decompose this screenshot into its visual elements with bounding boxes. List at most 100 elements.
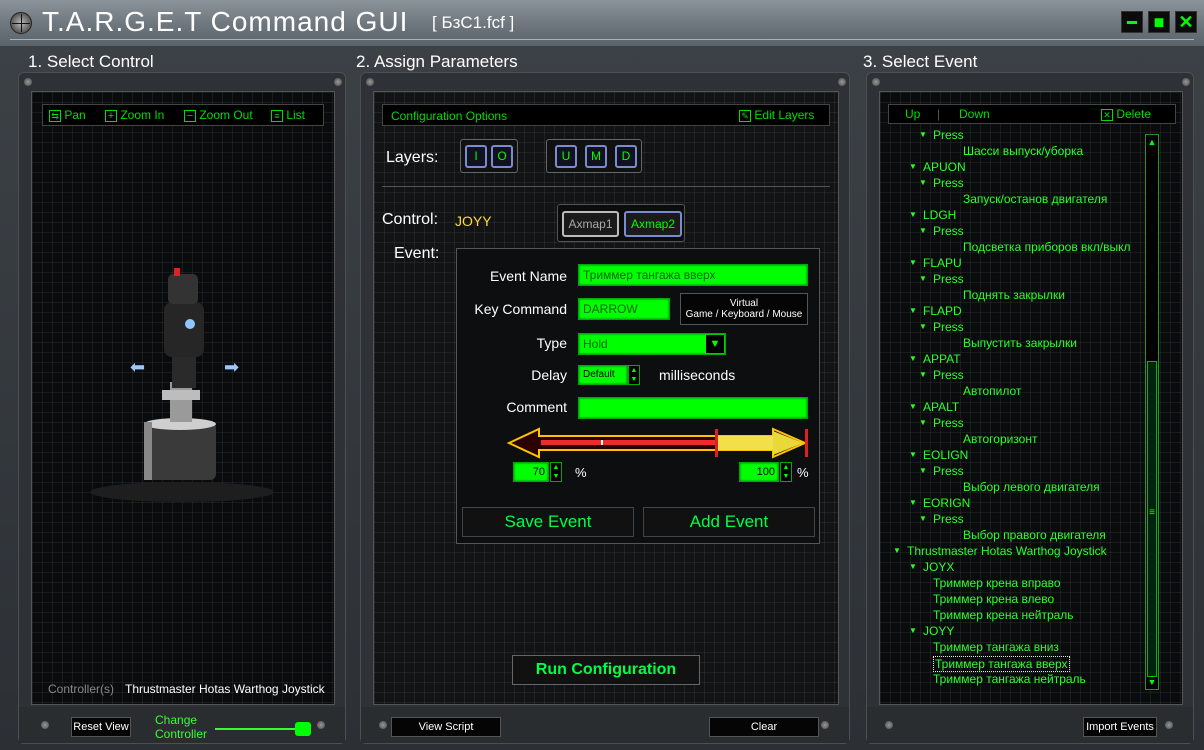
tree-expand-icon[interactable]: ▼ bbox=[909, 162, 917, 171]
tree-item[interactable]: Триммер тангажа вниз bbox=[933, 640, 1059, 654]
tree-expand-icon[interactable]: ▼ bbox=[909, 402, 917, 411]
tree-item[interactable]: Press bbox=[933, 128, 964, 142]
tree-expand-icon[interactable]: ▼ bbox=[919, 130, 927, 139]
tree-item[interactable]: Триммер тангажа вверх bbox=[933, 656, 1070, 672]
maximize-button[interactable]: ■ bbox=[1148, 11, 1170, 33]
tree-item[interactable]: Подсветка приборов вкл/выкл bbox=[963, 240, 1131, 254]
tree-expand-icon[interactable]: ▼ bbox=[909, 210, 917, 219]
tree-item[interactable]: LDGH bbox=[923, 208, 956, 222]
tree-expand-icon[interactable]: ▼ bbox=[909, 450, 917, 459]
tree-item[interactable]: Press bbox=[933, 512, 964, 526]
tree-item[interactable]: APUON bbox=[923, 160, 966, 174]
run-configuration-button[interactable]: Run Configuration bbox=[512, 655, 700, 685]
tree-item[interactable]: Автопилот bbox=[963, 384, 1021, 398]
tree-item[interactable]: JOYY bbox=[923, 624, 954, 638]
delay-stepper[interactable]: ▲ ▼ bbox=[628, 365, 640, 385]
rotate-left-icon[interactable]: ⬅ bbox=[130, 357, 145, 378]
range-low-input[interactable]: 70 bbox=[513, 462, 549, 482]
tree-item[interactable]: Выбор левого двигателя bbox=[963, 480, 1100, 494]
tree-expand-icon[interactable]: ▼ bbox=[909, 258, 917, 267]
move-up-button[interactable]: Up bbox=[905, 105, 920, 123]
layer-i-button[interactable]: I bbox=[465, 145, 487, 168]
reset-view-button[interactable]: Reset View bbox=[71, 717, 131, 737]
list-button[interactable]: ≡ List bbox=[271, 105, 305, 125]
tree-item[interactable]: JOYX bbox=[923, 560, 954, 574]
tree-item[interactable]: Триммер крена нейтраль bbox=[933, 608, 1074, 622]
delete-button[interactable]: ✕ Delete bbox=[1101, 105, 1151, 123]
scroll-up-icon[interactable]: ▲ bbox=[1146, 135, 1158, 149]
rotate-right-icon[interactable]: ➡ bbox=[224, 357, 239, 378]
tree-item[interactable]: Thrustmaster Hotas Warthog Joystick bbox=[907, 544, 1107, 558]
tree-expand-icon[interactable]: ▼ bbox=[909, 306, 917, 315]
tree-item[interactable]: APALT bbox=[923, 400, 959, 414]
joystick-image[interactable] bbox=[82, 262, 282, 522]
tree-expand-icon[interactable]: ▼ bbox=[909, 498, 917, 507]
tree-expand-icon[interactable]: ▼ bbox=[909, 562, 917, 571]
scroll-down-icon[interactable]: ▼ bbox=[1146, 675, 1158, 689]
tree-expand-icon[interactable]: ▼ bbox=[909, 626, 917, 635]
tree-item[interactable]: Автогоризонт bbox=[963, 432, 1037, 446]
scroll-thumb[interactable]: ≡ bbox=[1147, 361, 1157, 677]
tree-item[interactable]: Press bbox=[933, 464, 964, 478]
tree-expand-icon[interactable]: ▼ bbox=[919, 370, 927, 379]
tree-item[interactable]: EORIGN bbox=[923, 496, 970, 510]
chevron-down-icon[interactable]: ▼ bbox=[706, 335, 724, 353]
tree-expand-icon[interactable]: ▼ bbox=[919, 514, 927, 523]
event-tree[interactable]: ▼ Press Шасси выпуск/уборка ▼ APUON ▼ Press Зап… bbox=[885, 128, 1135, 688]
tree-item[interactable]: Триммер крена вправо bbox=[933, 576, 1061, 590]
delay-input[interactable]: Default bbox=[578, 365, 628, 385]
range-high-input[interactable]: 100 bbox=[739, 462, 779, 482]
tree-item[interactable]: Press bbox=[933, 368, 964, 382]
zoom-in-button[interactable]: + Zoom In bbox=[105, 105, 164, 125]
slider-thumb[interactable] bbox=[295, 722, 311, 736]
tree-item[interactable]: Триммер крена влево bbox=[933, 592, 1054, 606]
range-low-stepper[interactable]: ▲ ▼ bbox=[550, 462, 562, 482]
tree-item[interactable]: Шасси выпуск/уборка bbox=[963, 144, 1083, 158]
pan-button[interactable]: ⇆ Pan bbox=[49, 105, 86, 125]
save-event-button[interactable]: Save Event bbox=[462, 507, 634, 537]
tree-item[interactable]: Поднять закрылки bbox=[963, 288, 1065, 302]
tree-item[interactable]: FLAPD bbox=[923, 304, 962, 318]
change-controller-slider[interactable] bbox=[215, 722, 311, 736]
import-events-button[interactable]: Import Events bbox=[1083, 717, 1157, 737]
range-high-stepper[interactable]: ▲ ▼ bbox=[780, 462, 792, 482]
tree-item[interactable]: EOLIGN bbox=[923, 448, 968, 462]
tree-expand-icon[interactable]: ▼ bbox=[909, 354, 917, 363]
layer-m-button[interactable]: M bbox=[585, 145, 607, 168]
virtual-keyboard-button[interactable]: Virtual Game / Keyboard / Mouse bbox=[680, 293, 808, 325]
tree-expand-icon[interactable]: ▼ bbox=[919, 226, 927, 235]
minimize-button[interactable]: ▬ bbox=[1121, 11, 1143, 33]
tree-item[interactable]: Press bbox=[933, 416, 964, 430]
tree-item[interactable]: Выпустить закрылки bbox=[963, 336, 1077, 350]
tree-item[interactable]: Press bbox=[933, 272, 964, 286]
tree-expand-icon[interactable]: ▼ bbox=[919, 322, 927, 331]
axis-range-slider[interactable] bbox=[505, 425, 815, 461]
key-command-input[interactable]: DARROW bbox=[578, 298, 670, 320]
close-button[interactable]: ✕ bbox=[1175, 11, 1197, 33]
tree-expand-icon[interactable]: ▼ bbox=[893, 546, 901, 555]
layer-d-button[interactable]: D bbox=[615, 145, 637, 168]
tree-item[interactable]: Запуск/останов двигателя bbox=[963, 192, 1107, 206]
event-name-input[interactable]: Триммер тангажа вверх bbox=[578, 264, 808, 286]
tree-item[interactable]: FLAPU bbox=[923, 256, 962, 270]
tree-expand-icon[interactable]: ▼ bbox=[919, 466, 927, 475]
comment-input[interactable] bbox=[578, 397, 808, 419]
tree-item[interactable]: Press bbox=[933, 176, 964, 190]
tree-item[interactable]: APPAT bbox=[923, 352, 961, 366]
tree-item[interactable]: Press bbox=[933, 224, 964, 238]
view-script-button[interactable]: View Script bbox=[391, 717, 501, 737]
zoom-out-button[interactable]: − Zoom Out bbox=[184, 105, 253, 125]
layer-o-button[interactable]: O bbox=[491, 145, 513, 168]
type-select[interactable]: Hold ▼ bbox=[578, 333, 726, 355]
tree-item[interactable]: Выбор правого двигателя bbox=[963, 528, 1106, 542]
move-down-button[interactable]: Down bbox=[959, 105, 990, 123]
add-event-button[interactable]: Add Event bbox=[643, 507, 815, 537]
tree-scrollbar[interactable]: ▲ ≡ ▼ bbox=[1145, 134, 1159, 690]
tree-expand-icon[interactable]: ▼ bbox=[919, 418, 927, 427]
layer-u-button[interactable]: U bbox=[555, 145, 577, 168]
tree-expand-icon[interactable]: ▼ bbox=[919, 274, 927, 283]
tree-item[interactable]: Press bbox=[933, 320, 964, 334]
axmap1-button[interactable]: Axmap1 bbox=[562, 211, 619, 237]
tree-item[interactable]: Триммер тангажа нейтраль bbox=[933, 672, 1086, 686]
edit-layers-button[interactable]: ✎ Edit Layers bbox=[739, 105, 814, 125]
